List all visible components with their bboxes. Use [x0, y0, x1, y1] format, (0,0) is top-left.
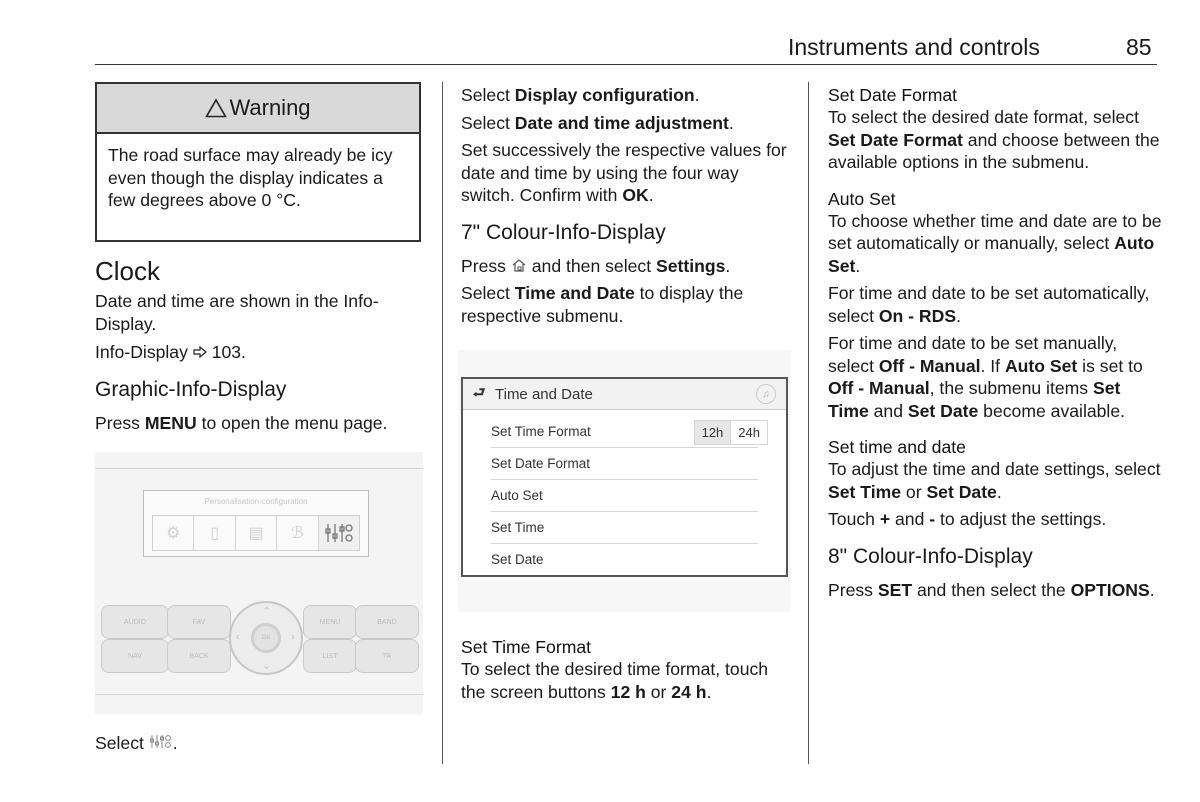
nav-button: NAV — [101, 639, 169, 673]
set-time-format-text: To select the desired time format, touch… — [461, 659, 769, 702]
menu-row-set-date-format[interactable]: Set Date Format — [491, 448, 758, 480]
audio-button: AUDIO — [101, 605, 169, 639]
back-arrow-icon[interactable]: ⮐ — [463, 382, 495, 406]
set-date-format-text: To select the desired date format, selec… — [828, 107, 1160, 172]
warning-triangle-icon — [205, 98, 228, 118]
seven-inch-display-heading: 7" Colour-Info-Display — [461, 220, 666, 244]
select-display-configuration: Select Display configuration. — [461, 85, 700, 105]
right-arrow-icon: › — [291, 631, 295, 643]
set-date-format-heading: Set Date Format — [828, 85, 958, 105]
set-time-and-date-heading: Set time and date — [828, 437, 966, 457]
warning-header: Warning — [97, 84, 419, 134]
press-home-text: Press and then select Settings. — [461, 255, 731, 276]
menu-row-set-date[interactable]: Set Date — [491, 544, 758, 575]
running-header-title: Instruments and controls — [788, 34, 1040, 60]
warning-text: The road surface may already be icy even… — [108, 145, 393, 210]
left-arrow-icon: ‹ — [236, 631, 240, 643]
page-reference-arrow-icon — [193, 345, 207, 359]
menu-row-set-time[interactable]: Set Time — [491, 512, 758, 544]
column-divider — [808, 82, 809, 764]
settings-sliders-icon — [318, 516, 360, 550]
info-display-screen: Personalisation-configuration ⚙ ▯ ▤ ℬ — [143, 490, 369, 557]
graphic-info-display-heading: Graphic-Info-Display — [95, 377, 287, 401]
warning-title: Warning — [229, 95, 311, 120]
select-settings-text: Select . — [95, 733, 178, 753]
info-display-reference: Info-Display 103. — [95, 342, 246, 362]
format-12h-button[interactable]: 12h — [694, 421, 732, 444]
auto-set-heading: Auto Set — [828, 188, 896, 209]
select-date-time-adjustment: Select Date and time adjustment. — [461, 112, 734, 133]
column-divider — [442, 82, 443, 764]
header-rule — [95, 64, 1157, 65]
menu-row-set-time-format[interactable]: Set Time Format 12h 24h — [491, 416, 768, 448]
screen-header: ⮐ Time and Date ♫ — [463, 379, 786, 410]
time-and-date-screen: ⮐ Time and Date ♫ Set Time Format 12h 24… — [461, 377, 788, 577]
phone-icon: ▯ — [194, 516, 236, 550]
list-button: LIST — [303, 639, 357, 673]
eight-inch-display-heading: 8" Colour-Info-Display — [828, 544, 1033, 568]
set-time-format-heading: Set Time Format — [461, 637, 592, 657]
favourites-button: FAV — [167, 605, 231, 639]
home-icon — [512, 258, 526, 272]
format-24h-button[interactable]: 24h — [731, 421, 767, 444]
screen-title: Personalisation-configuration — [204, 497, 308, 506]
screen-title: Time and Date — [495, 385, 593, 403]
auto-rds-text: For time and date to be set automaticall… — [828, 283, 1150, 326]
music-note-icon[interactable]: ♫ — [756, 384, 776, 404]
time-format-toggle[interactable]: 12h 24h — [693, 420, 768, 445]
down-arrow-icon: ⌄ — [262, 660, 272, 672]
set-time-and-date-text: To adjust the time and date settings, se… — [828, 459, 1161, 502]
settings-sliders-icon — [149, 735, 171, 748]
menu-row-auto-set[interactable]: Auto Set — [491, 480, 758, 512]
back-button: BACK — [167, 639, 231, 673]
ta-button: TA — [355, 639, 419, 673]
hardware-button-row: AUDIO FAV MENU BAND NAV BACK LIST TA ⌃ ⌄… — [101, 601, 419, 675]
press-set-text: Press SET and then select the OPTIONS. — [828, 579, 1155, 600]
four-way-switch: ⌃ ⌄ ‹ › OK — [229, 601, 303, 675]
warning-box: Warning The road surface may already be … — [95, 82, 421, 242]
bluetooth-icon: ℬ — [277, 516, 319, 550]
select-time-and-date-text: Select Time and Date to display the resp… — [461, 283, 744, 326]
fuel-icon: ▤ — [236, 516, 278, 550]
up-arrow-icon: ⌃ — [262, 606, 272, 618]
clock-heading: Clock — [95, 256, 161, 286]
control-panel-illustration: Personalisation-configuration ⚙ ▯ ▤ ℬ AU… — [95, 452, 423, 714]
menu-button: MENU — [303, 605, 357, 639]
press-menu-text: Press MENU to open the menu page. — [95, 412, 388, 433]
set-successively-text: Set successively the respective values f… — [461, 140, 787, 205]
touch-plus-minus-text: Touch + and - to adjust the settings. — [828, 509, 1107, 529]
manual-text: For time and date to be set manually, se… — [828, 333, 1143, 421]
band-button: BAND — [355, 605, 419, 639]
ok-button: OK — [251, 623, 281, 653]
screen-icon-row: ⚙ ▯ ▤ ℬ — [152, 515, 360, 551]
clock-text: Date and time are shown in the Info-Disp… — [95, 291, 379, 334]
page-number: 85 — [1126, 34, 1152, 60]
auto-set-text: To choose whether time and date are to b… — [828, 210, 1162, 276]
vehicle-settings-icon: ⚙ — [153, 516, 195, 550]
